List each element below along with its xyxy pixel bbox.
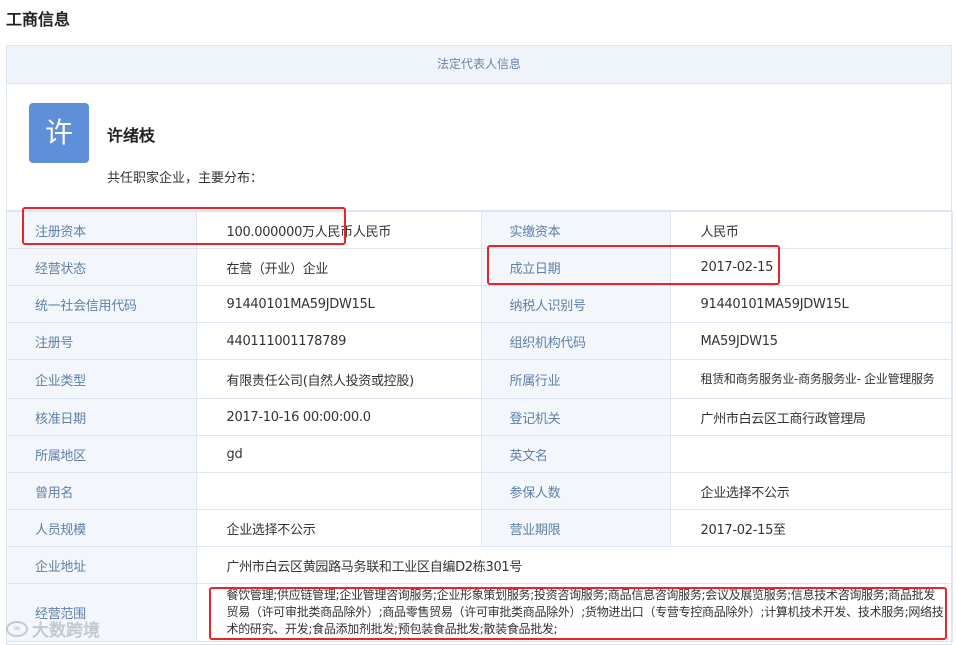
value-insured-count: 企业选择不公示: [669, 472, 953, 510]
watermark: ∞ 大数跨境: [6, 616, 100, 641]
table-row: 所属地区 gd 英文名: [7, 435, 953, 473]
table-row: 企业地址 广州市白云区黄园路马务联和工业区自编D2栋301号: [7, 546, 953, 584]
info-panel: 法定代表人信息 许 许绪枝 共任职家企业，主要分布： 注册资本 100.0000…: [6, 45, 953, 645]
value-paid-capital: 人民币: [669, 211, 953, 249]
label-industry: 所属行业: [480, 359, 671, 399]
page-title: 工商信息: [6, 10, 71, 29]
table-row: 注册号 440111001178789 组织机构代码 MA59JDW15: [7, 322, 953, 360]
label-address: 企业地址: [7, 546, 197, 584]
value-company-type: 有限责任公司(自然人投资或控股): [195, 359, 482, 399]
table-row: 注册资本 100.000000万人民币人民币 实缴资本 人民币: [7, 211, 953, 249]
value-registration-authority: 广州市白云区工商行政管理局: [669, 398, 953, 436]
value-staff-size: 企业选择不公示: [195, 509, 482, 547]
table-row: 曾用名 参保人数 企业选择不公示: [7, 472, 953, 510]
value-credit-code: 91440101MA59JDW15L: [195, 285, 482, 323]
label-region: 所属地区: [7, 435, 197, 473]
label-taxpayer-id: 纳税人识别号: [480, 285, 671, 323]
value-former-name: [195, 472, 482, 510]
watermark-logo-icon: ∞: [6, 620, 28, 637]
section-header-legal-rep: 法定代表人信息: [7, 46, 951, 84]
value-english-name: [669, 435, 953, 473]
label-establishment-date: 成立日期: [480, 248, 671, 286]
label-insured-count: 参保人数: [480, 472, 671, 510]
value-business-status: 在营（开业）企业: [195, 248, 482, 286]
value-address: 广州市白云区黄园路马务联和工业区自编D2栋301号: [195, 546, 953, 584]
label-registration-authority: 登记机关: [480, 398, 671, 436]
value-approval-date: 2017-10-16 00:00:00.0: [195, 398, 482, 436]
legal-rep-subtitle: 共任职家企业，主要分布：: [107, 171, 264, 186]
label-staff-size: 人员规模: [7, 509, 197, 547]
table-row: 经营范围 餐饮管理;供应链管理;企业管理咨询服务;企业形象策划服务;投资咨询服务…: [7, 583, 953, 642]
value-business-term: 2017-02-15至: [669, 509, 953, 547]
legal-rep-card: 许 许绪枝 共任职家企业，主要分布：: [7, 84, 951, 211]
label-registration-number: 注册号: [7, 322, 197, 360]
table-row: 企业类型 有限责任公司(自然人投资或控股) 所属行业 租赁和商务服务业-商务服务…: [7, 359, 953, 399]
label-business-status: 经营状态: [7, 248, 197, 286]
label-approval-date: 核准日期: [7, 398, 197, 436]
label-business-term: 营业期限: [480, 509, 671, 547]
value-org-code: MA59JDW15: [669, 322, 953, 360]
label-registered-capital: 注册资本: [7, 211, 197, 249]
value-industry: 租赁和商务服务业-商务服务业- 企业管理服务: [669, 359, 953, 399]
label-english-name: 英文名: [480, 435, 671, 473]
label-org-code: 组织机构代码: [480, 322, 671, 360]
watermark-text: 大数跨境: [32, 621, 100, 641]
table-row: 经营状态 在营（开业）企业 成立日期 2017-02-15: [7, 248, 953, 286]
business-info-table: 注册资本 100.000000万人民币人民币 实缴资本 人民币 经营状态 在营（…: [7, 211, 953, 642]
label-former-name: 曾用名: [7, 472, 197, 510]
value-business-scope: 餐饮管理;供应链管理;企业管理咨询服务;企业形象策划服务;投资咨询服务;商品信息…: [195, 583, 953, 642]
legal-rep-name[interactable]: 许绪枝: [107, 122, 155, 146]
table-row: 核准日期 2017-10-16 00:00:00.0 登记机关 广州市白云区工商…: [7, 398, 953, 436]
label-paid-capital: 实缴资本: [480, 211, 671, 249]
value-registration-number: 440111001178789: [195, 322, 482, 360]
value-taxpayer-id: 91440101MA59JDW15L: [669, 285, 953, 323]
avatar: 许: [29, 103, 89, 163]
value-registered-capital: 100.000000万人民币人民币: [195, 211, 482, 249]
label-company-type: 企业类型: [7, 359, 197, 399]
table-row: 人员规模 企业选择不公示 营业期限 2017-02-15至: [7, 509, 953, 547]
value-establishment-date: 2017-02-15: [669, 248, 953, 286]
label-credit-code: 统一社会信用代码: [7, 285, 197, 323]
table-row: 统一社会信用代码 91440101MA59JDW15L 纳税人识别号 91440…: [7, 285, 953, 323]
value-region: gd: [195, 435, 482, 473]
